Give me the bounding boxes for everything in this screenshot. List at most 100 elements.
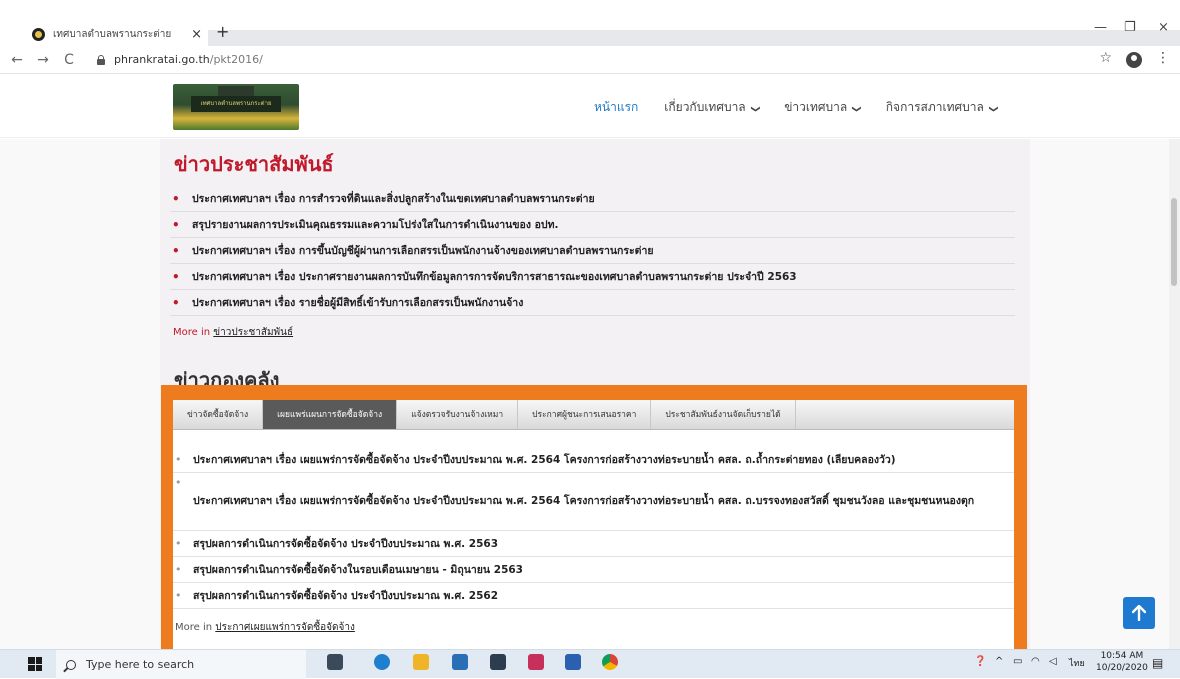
bullet-icon: •	[175, 563, 182, 576]
nav-item-home[interactable]: หน้าแรก	[594, 98, 638, 117]
list-item[interactable]: • สรุปผลการดำเนินการจัดซื้อจัดจ้าง ประจำป…	[173, 583, 1014, 609]
more-link[interactable]: ประกาศเผยแพร่การจัดซื้อจัดจ้าง	[215, 622, 355, 633]
procurement-link[interactable]: ประกาศเทศบาลฯ เรื่อง เผยแพร่การจัดซื้อจั…	[193, 495, 974, 507]
tab-title: เทศบาลตำบลพรานกระต่าย	[53, 28, 172, 40]
clock-date: 10/20/2020	[1096, 663, 1148, 673]
clock-time: 10:54 AM	[1100, 651, 1144, 661]
list-item[interactable]: • ประกาศเทศบาลฯ เรื่อง ประกาศรายงานผลการบ…	[170, 264, 1015, 290]
list-item[interactable]: • ประกาศเทศบาลฯ เรื่อง รายชื่อผู้มีสิทธิ์…	[170, 290, 1015, 316]
tab-work-inspection[interactable]: แจ้งตรวจรับงานจ้างเหมา	[397, 400, 519, 429]
pr-news-list: • ประกาศเทศบาลฯ เรื่อง การสำรวจที่ดินและส…	[170, 186, 1015, 316]
window-minimize-button[interactable]: —	[1094, 20, 1107, 35]
nav-item-label: ข่าวเทศบาล	[784, 100, 848, 114]
tab-procurement-plan[interactable]: เผยแพร่แผนการจัดซื้อจัดจ้าง	[263, 400, 398, 429]
news-link[interactable]: สรุปรายงานผลการประเมินคุณธรรมและความโปร่…	[192, 216, 558, 233]
more-link[interactable]: ข่าวประชาสัมพันธ์	[213, 327, 293, 338]
nav-item-label: กิจการสภาเทศบาล	[885, 100, 984, 114]
more-prefix: More in	[173, 327, 211, 338]
taskbar-search-box[interactable]: Type here to search	[56, 650, 306, 679]
nav-item-council[interactable]: กิจการสภาเทศบาล ❯	[885, 98, 998, 117]
file-explorer-icon[interactable]	[413, 654, 429, 670]
outlook-icon[interactable]	[565, 654, 581, 670]
bullet-icon: •	[172, 269, 180, 284]
tab-bid-winner[interactable]: ประกาศผู้ชนะการเสนอราคา	[518, 400, 652, 429]
tab-strip-background	[208, 30, 1180, 46]
window-close-button[interactable]: ×	[1158, 20, 1169, 35]
forward-button[interactable]: →	[34, 52, 52, 68]
chrome-icon[interactable]	[602, 654, 618, 670]
lock-icon[interactable]	[96, 54, 106, 65]
logo-sign-text: เทศบาลตำบลพรานกระต่าย	[191, 96, 281, 112]
browser-tab-bar: เทศบาลตำบลพรานกระต่าย × + — ❐ ×	[0, 0, 1180, 46]
bullet-icon: •	[175, 476, 182, 489]
bullet-icon: •	[172, 243, 180, 258]
nav-item-label: เกี่ยวกับเทศบาล	[664, 100, 746, 114]
chevron-down-icon: ❯	[851, 105, 862, 113]
tab-revenue-collection[interactable]: ประชาสัมพันธ์งานจัดเก็บรายได้	[651, 400, 796, 429]
taskbar-clock[interactable]: 10:54 AM 10/20/2020	[1096, 650, 1148, 674]
list-item[interactable]: • สรุปรายงานผลการประเมินคุณธรรมและความโปร…	[170, 212, 1015, 238]
news-link[interactable]: ประกาศเทศบาลฯ เรื่อง การสำรวจที่ดินและสิ…	[192, 190, 595, 207]
procurement-link[interactable]: สรุปผลการดำเนินการจัดซื้อจัดจ้าง ประจำปี…	[193, 538, 498, 550]
address-bar: ← → C phrankratai.go.th/pkt2016/ ☆ ⋮	[0, 46, 1180, 74]
bullet-icon: •	[172, 217, 180, 232]
search-icon	[66, 659, 76, 670]
notifications-icon[interactable]: ▤	[1152, 656, 1163, 670]
procurement-link[interactable]: ประกาศเทศบาลฯ เรื่อง เผยแพร่การจัดซื้อจั…	[193, 454, 896, 466]
list-item[interactable]: • ประกาศเทศบาลฯ เรื่อง การขึ้นบัญชีผู้ผ่า…	[170, 238, 1015, 264]
news-link[interactable]: ประกาศเทศบาลฯ เรื่อง ประกาศรายงานผลการบั…	[192, 268, 797, 285]
url-field[interactable]: phrankratai.go.th/pkt2016/	[114, 53, 263, 66]
tab-close-icon[interactable]: ×	[191, 27, 202, 42]
bullet-icon: •	[175, 537, 182, 550]
finance-more-link: More in ประกาศเผยแพร่การจัดซื้อจัดจ้าง	[175, 620, 355, 635]
bullet-icon: •	[175, 453, 182, 466]
browser-menu-icon[interactable]: ⋮	[1156, 50, 1170, 66]
tab-procurement-news[interactable]: ข่าวจัดซื้อจัดจ้าง	[173, 400, 264, 429]
app-icon[interactable]	[528, 654, 544, 670]
procurement-link[interactable]: สรุปผลการดำเนินการจัดซื้อจัดจ้างในรอบเดื…	[193, 564, 523, 576]
scrollbar-thumb[interactable]	[1171, 198, 1177, 286]
browser-tab[interactable]: เทศบาลตำบลพรานกระต่าย ×	[22, 22, 208, 46]
news-link[interactable]: ประกาศเทศบาลฯ เรื่อง การขึ้นบัญชีผู้ผ่าน…	[192, 242, 654, 259]
window-restore-button[interactable]: ❐	[1124, 20, 1136, 35]
main-nav: หน้าแรก เกี่ยวกับเทศบาล ❯ ข่าวเทศบาล ❯ กิจ…	[594, 98, 1022, 117]
volume-icon[interactable]: ◁	[1049, 656, 1057, 667]
news-link[interactable]: ประกาศเทศบาลฯ เรื่อง รายชื่อผู้มีสิทธิ์เ…	[192, 294, 523, 311]
bullet-icon: •	[172, 295, 180, 310]
list-item[interactable]: • ประกาศเทศบาลฯ เรื่อง เผยแพร่การจัดซื้อจ…	[173, 473, 1014, 531]
chevron-down-icon: ❯	[749, 105, 760, 113]
windows-start-icon[interactable]	[28, 657, 42, 671]
dropbox-icon[interactable]	[490, 654, 506, 670]
battery-icon[interactable]: ▭	[1013, 656, 1022, 667]
new-tab-button[interactable]: +	[216, 22, 229, 41]
site-logo[interactable]: เทศบาลตำบลพรานกระต่าย	[173, 84, 299, 130]
reload-button[interactable]: C	[60, 52, 78, 68]
back-to-top-button[interactable]	[1123, 597, 1155, 629]
language-indicator[interactable]: ไทย	[1069, 656, 1085, 670]
nav-item-news[interactable]: ข่าวเทศบาล ❯	[784, 98, 862, 117]
site-header: เทศบาลตำบลพรานกระต่าย หน้าแรก เกี่ยวกับเ…	[0, 74, 1180, 138]
more-prefix: More in	[175, 622, 213, 633]
logo-emblem	[218, 86, 254, 96]
back-button[interactable]: ←	[8, 52, 26, 68]
list-item[interactable]: • ประกาศเทศบาลฯ เรื่อง การสำรวจที่ดินและส…	[170, 186, 1015, 212]
help-icon[interactable]: ❓	[974, 656, 986, 667]
pr-section-title: ข่าวประชาสัมพันธ์	[174, 152, 334, 176]
chevron-down-icon: ❯	[987, 105, 998, 113]
list-item[interactable]: • สรุปผลการดำเนินการจัดซื้อจัดจ้าง ประจำป…	[173, 531, 1014, 557]
edge-browser-icon[interactable]	[374, 654, 390, 670]
list-item[interactable]: • สรุปผลการดำเนินการจัดซื้อจัดจ้างในรอบเด…	[173, 557, 1014, 583]
url-host: phrankratai.go.th	[114, 53, 210, 66]
profile-avatar-icon[interactable]	[1126, 52, 1142, 68]
bookmark-star-icon[interactable]: ☆	[1099, 50, 1112, 66]
task-view-icon[interactable]	[327, 654, 343, 670]
nav-item-about[interactable]: เกี่ยวกับเทศบาล ❯	[664, 98, 760, 117]
search-placeholder: Type here to search	[86, 658, 195, 671]
finance-tabs: ข่าวจัดซื้อจัดจ้าง เผยแพร่แผนการจัดซื้อจ…	[173, 400, 1014, 430]
tray-chevron-up-icon[interactable]: ^	[995, 656, 1003, 667]
procurement-link[interactable]: สรุปผลการดำเนินการจัดซื้อจัดจ้าง ประจำปี…	[193, 590, 498, 602]
list-item[interactable]: • ประกาศเทศบาลฯ เรื่อง เผยแพร่การจัดซื้อจ…	[173, 447, 1014, 473]
bullet-icon: •	[175, 589, 182, 602]
store-icon[interactable]	[452, 654, 468, 670]
wifi-icon[interactable]: ◠	[1031, 656, 1040, 667]
